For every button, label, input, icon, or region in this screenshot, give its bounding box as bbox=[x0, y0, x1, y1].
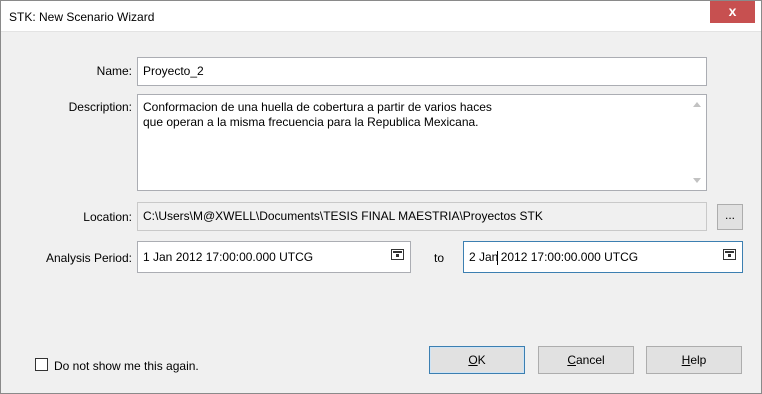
start-time-input[interactable]: 1 Jan 2012 17:00:00.000 UTCG bbox=[137, 241, 411, 273]
scroll-up-icon[interactable] bbox=[693, 102, 701, 107]
window-title: STK: New Scenario Wizard bbox=[9, 10, 155, 24]
name-label: Name: bbox=[96, 64, 132, 78]
help-button[interactable]: Help bbox=[646, 346, 742, 374]
description-label: Description: bbox=[68, 100, 132, 114]
ok-label: K bbox=[477, 353, 486, 367]
to-label: to bbox=[433, 251, 444, 265]
browse-location-button[interactable]: ... bbox=[717, 204, 743, 230]
location-field: C:\Users\M@XWELL\Documents\TESIS FINAL M… bbox=[137, 202, 707, 231]
stop-time-input[interactable]: 2 Jan 2012 17:00:00.000 UTCG bbox=[463, 241, 743, 273]
new-scenario-wizard-dialog: STK: New Scenario Wizard x Name: Proyect… bbox=[0, 0, 762, 394]
cancel-button[interactable]: Cancel bbox=[538, 346, 634, 374]
title-bar[interactable]: STK: New Scenario Wizard x bbox=[1, 1, 761, 32]
do-not-show-checkbox[interactable] bbox=[35, 358, 48, 371]
start-time-value: 1 Jan 2012 17:00:00.000 UTCG bbox=[143, 250, 314, 264]
scroll-down-icon[interactable] bbox=[693, 178, 701, 183]
name-input[interactable]: Proyecto_2 bbox=[137, 57, 707, 86]
analysis-period-label: Analysis Period: bbox=[45, 251, 132, 265]
ok-mnemonic: O bbox=[468, 353, 478, 367]
stop-calendar-icon[interactable] bbox=[723, 249, 736, 260]
close-icon: x bbox=[728, 3, 737, 19]
description-value: Conformacion de una huella de cobertura … bbox=[143, 100, 492, 129]
name-value: Proyecto_2 bbox=[143, 64, 204, 78]
stop-time-value-part2: 2012 17:00:00.000 UTCG bbox=[497, 250, 639, 264]
location-label: Location: bbox=[83, 210, 132, 224]
description-textarea[interactable]: Conformacion de una huella de cobertura … bbox=[137, 94, 707, 191]
close-button[interactable]: x bbox=[710, 1, 755, 23]
help-label: elp bbox=[690, 353, 707, 367]
start-calendar-icon[interactable] bbox=[391, 249, 404, 260]
location-value: C:\Users\M@XWELL\Documents\TESIS FINAL M… bbox=[143, 209, 543, 223]
description-scrollbar[interactable] bbox=[689, 95, 706, 190]
do-not-show-label[interactable]: Do not show me this again. bbox=[54, 359, 199, 373]
cancel-mnemonic: C bbox=[567, 353, 576, 367]
ellipsis-icon: ... bbox=[724, 208, 735, 222]
cancel-label: ancel bbox=[575, 353, 605, 367]
stop-time-value-part1: 2 Jan bbox=[469, 250, 499, 264]
ok-button[interactable]: OK bbox=[429, 346, 525, 374]
